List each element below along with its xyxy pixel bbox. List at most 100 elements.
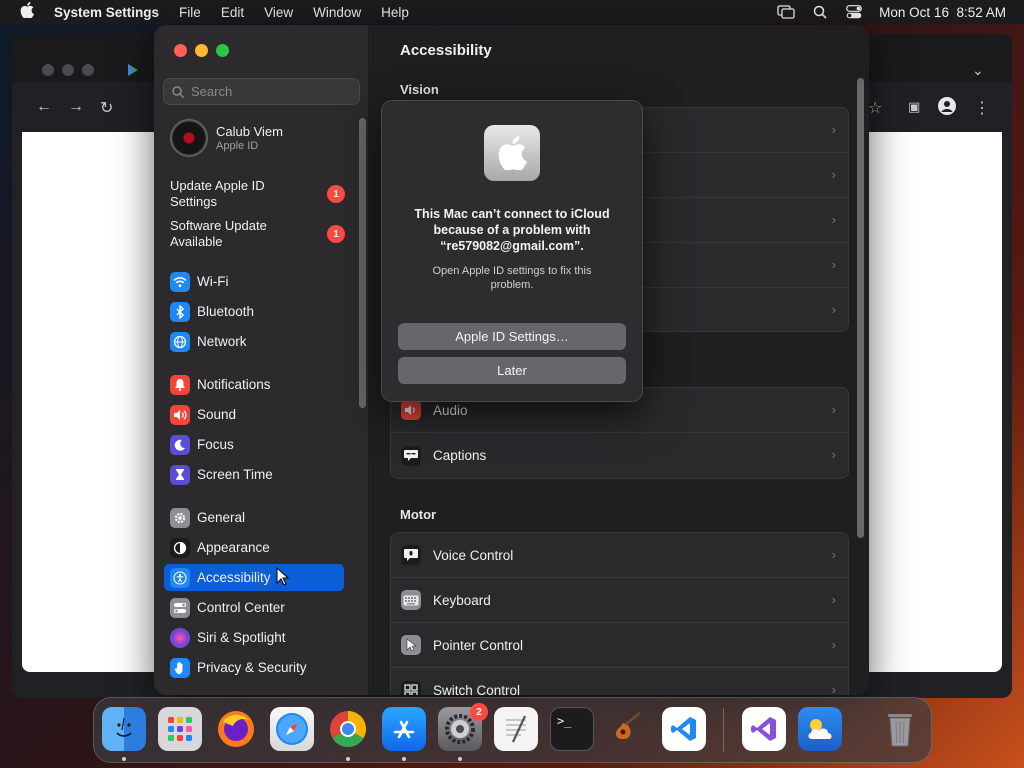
chevron-right-icon: ›	[831, 167, 836, 182]
terminal-icon[interactable]: >_	[550, 707, 594, 751]
sidebar-item-notifications[interactable]: Notifications	[164, 371, 344, 398]
page-title: Accessibility	[400, 42, 492, 59]
update-apple-id-settings-item[interactable]: Update Apple ID Settings 1	[170, 178, 345, 210]
safari-icon[interactable]	[270, 707, 314, 751]
menu-window[interactable]: Window	[303, 5, 371, 20]
sidebar-item-control-center[interactable]: Control Center	[164, 594, 344, 621]
profile-subtitle: Apple ID	[216, 140, 259, 152]
captions-row[interactable]: Captions ›	[391, 433, 848, 478]
profile-name: Calub Viem	[216, 124, 283, 139]
chevron-right-icon: ›	[831, 547, 836, 562]
sidebar-item-label: Siri & Spotlight	[197, 630, 286, 645]
alert-message: Open Apple ID settings to fix this probl…	[432, 265, 592, 291]
keyboard-icon	[401, 590, 421, 610]
garageband-icon[interactable]	[606, 707, 650, 751]
row-label: Keyboard	[433, 592, 491, 608]
pointer-icon	[401, 635, 421, 655]
chevron-right-icon: ›	[831, 257, 836, 272]
sidebar-item-label: Control Center	[197, 600, 285, 615]
sidebar-item-sound[interactable]: Sound	[164, 401, 344, 428]
wifi-icon	[170, 271, 190, 292]
sidebar-item-label: Screen Time	[197, 467, 273, 482]
main-scrollbar[interactable]	[857, 78, 864, 538]
sidebar-item-label: Bluetooth	[197, 304, 255, 319]
sidebar-item-accessibility[interactable]: Accessibility	[164, 564, 344, 591]
sidebar-item-wifi[interactable]: Wi-Fi	[164, 268, 344, 295]
bookmark-star-icon[interactable]: ☆	[868, 98, 882, 118]
menu-file[interactable]: File	[169, 5, 211, 20]
chevron-right-icon: ›	[831, 402, 836, 417]
sidebar-item-label: Accessibility	[197, 570, 271, 585]
pointer-control-row[interactable]: Pointer Control ›	[391, 623, 848, 668]
tab-list-chevron-icon[interactable]: ⌄	[972, 62, 984, 79]
sidebar-item-label: Focus	[197, 437, 234, 452]
sidebar-item-siri-spotlight[interactable]: Siri & Spotlight	[164, 624, 344, 651]
apple-menu-icon[interactable]	[0, 1, 54, 23]
menu-help[interactable]: Help	[371, 5, 419, 20]
sidebar-item-label: Appearance	[197, 540, 270, 555]
profile-icon[interactable]	[938, 97, 956, 120]
icloud-alert-dialog: This Mac can’t connect to iCloud because…	[381, 100, 643, 402]
voice-control-row[interactable]: Voice Control ›	[391, 533, 848, 578]
forward-arrow-icon[interactable]: →	[68, 98, 84, 116]
firefox-icon[interactable]	[214, 707, 258, 751]
side-panel-icon[interactable]: ▣	[908, 99, 920, 115]
row-label: Captions	[433, 448, 487, 463]
sidebar-item-focus[interactable]: Focus	[164, 431, 344, 458]
later-button[interactable]: Later	[398, 357, 626, 384]
spotlight-search-icon[interactable]	[811, 5, 829, 19]
speaker-icon	[170, 404, 190, 425]
minimize-window-button[interactable]	[195, 44, 208, 57]
system-settings-icon[interactable]: 2	[438, 703, 488, 751]
browser-menu-icon[interactable]: ⋮	[974, 98, 990, 118]
captions-icon	[401, 445, 421, 466]
sidebar-item-label: Privacy & Security	[197, 660, 307, 675]
vscode-icon[interactable]	[662, 707, 706, 751]
audio-icon	[401, 400, 421, 420]
visual-studio-icon[interactable]	[742, 707, 786, 751]
bell-icon	[170, 374, 190, 395]
launchpad-icon[interactable]	[158, 707, 202, 751]
menu-clock[interactable]: Mon Oct 16 8:52 AM	[879, 5, 1006, 20]
control-center-icon[interactable]	[845, 5, 863, 19]
sidebar-scrollbar[interactable]	[359, 118, 366, 408]
settings-search-field[interactable]: Search	[163, 78, 360, 105]
menu-app-name[interactable]: System Settings	[54, 5, 169, 20]
sidebar-item-screen-time[interactable]: Screen Time	[164, 461, 344, 488]
sidebar-item-general[interactable]: General	[164, 504, 344, 531]
sidebar-item-bluetooth[interactable]: Bluetooth	[164, 298, 344, 325]
running-indicator	[458, 757, 462, 761]
siri-icon	[170, 627, 190, 648]
close-window-button[interactable]	[174, 44, 187, 57]
notification-badge: 2	[470, 703, 488, 721]
software-update-available-item[interactable]: Software Update Available 1	[170, 218, 345, 250]
trash-icon[interactable]	[878, 707, 922, 751]
apple-id-profile[interactable]: Calub Viem Apple ID	[170, 119, 283, 157]
sidebar-item-network[interactable]: Network	[164, 328, 344, 355]
avatar	[170, 119, 208, 157]
menu-edit[interactable]: Edit	[211, 5, 254, 20]
apple-id-settings-button[interactable]: Apple ID Settings…	[398, 323, 626, 350]
zoom-window-button[interactable]	[216, 44, 229, 57]
finder-icon[interactable]	[102, 707, 146, 751]
sidebar-item-label: Sound	[197, 407, 237, 422]
screen-mirroring-icon[interactable]	[777, 5, 795, 19]
sidebar-item-appearance[interactable]: Appearance	[164, 534, 344, 561]
notice-label: Software Update Available	[170, 218, 267, 249]
app-store-icon[interactable]	[382, 707, 426, 751]
row-label: Pointer Control	[433, 637, 524, 653]
sidebar-item-privacy-security[interactable]: Privacy & Security	[164, 654, 344, 681]
switch-control-icon	[401, 680, 421, 695]
textedit-icon[interactable]	[494, 707, 538, 751]
settings-sidebar: Search Calub Viem Apple ID Update Apple …	[154, 25, 369, 695]
weather-icon[interactable]	[798, 707, 842, 751]
menu-bar: System Settings File Edit View Window He…	[0, 0, 1024, 24]
switch-control-row[interactable]: Switch Control ›	[391, 668, 848, 695]
chrome-icon[interactable]	[326, 707, 370, 751]
back-arrow-icon[interactable]: ←	[36, 98, 52, 116]
reload-icon[interactable]: ↻	[100, 98, 113, 118]
section-title-vision: Vision	[400, 82, 439, 97]
keyboard-row[interactable]: Keyboard ›	[391, 578, 848, 623]
hourglass-icon	[170, 464, 190, 485]
menu-view[interactable]: View	[254, 5, 303, 20]
